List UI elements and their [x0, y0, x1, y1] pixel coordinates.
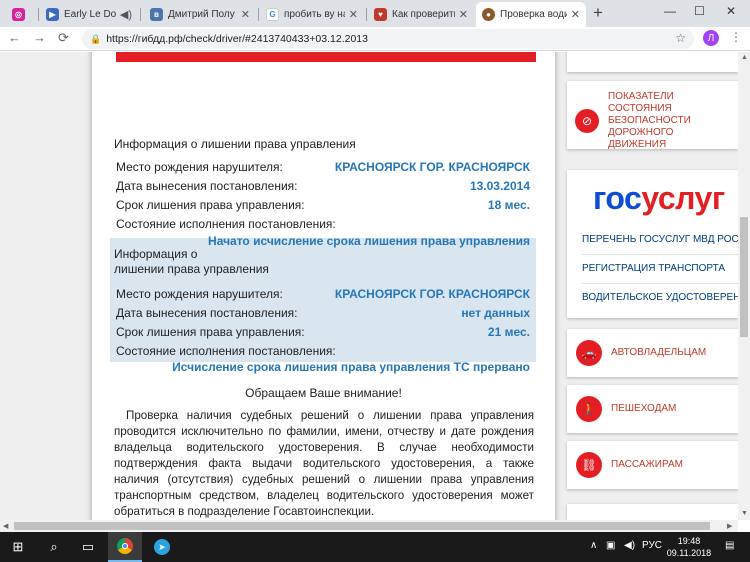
horizontal-scroll-thumb[interactable] [14, 522, 710, 530]
status-interrupted: Исчисление срока лишения права управлени… [172, 360, 530, 374]
gosuslugi-box: госуслуг ПЕРЕЧЕНЬ ГОСУСЛУГ МВД РОССИИ РЕ… [567, 170, 738, 318]
scroll-up-icon[interactable]: ▲ [741, 54, 748, 61]
gibdd-icon: ● [482, 8, 495, 21]
site-icon: ♥ [374, 8, 387, 21]
profile-avatar[interactable]: Л [703, 30, 719, 46]
volume-icon[interactable]: ◀) [624, 540, 635, 551]
tab-title: пробить ву на [284, 9, 345, 20]
chrome-taskbar-icon[interactable] [108, 532, 142, 562]
sidebar-box-top [567, 52, 738, 72]
tab-vk[interactable]: в Дмитрий Полу ✕ [144, 2, 256, 27]
scroll-down-icon[interactable]: ▼ [741, 510, 748, 517]
network-icon[interactable]: ▣ [606, 540, 615, 551]
audio-icon[interactable]: ◀) [120, 8, 132, 21]
task-view-icon[interactable]: ▭ [72, 532, 104, 562]
gosuslugi-link-registration[interactable]: РЕГИСТРАЦИЯ ТРАНСПОРТА [582, 263, 725, 274]
pedestrian-icon: 🚶 [576, 396, 602, 422]
sidebar-box-bottom [567, 504, 738, 520]
browser-toolbar: ← → ⟳ 🔒 https://гибдд.рф/check/driver/#2… [0, 27, 750, 51]
telegram-taskbar-icon[interactable]: ➤ [146, 532, 178, 562]
sidebar-passengers[interactable]: ⛓ ПАССАЖИРАМ [567, 441, 738, 489]
url-text: https://гибдд.рф/check/driver/#241374043… [106, 33, 368, 45]
status-started: Начато исчисление срока лишения права уп… [208, 234, 530, 248]
back-icon[interactable]: ← [8, 30, 21, 45]
close-icon[interactable]: ✕ [349, 8, 358, 21]
gosuslugi-link-services[interactable]: ПЕРЕЧЕНЬ ГОСУСЛУГ МВД РОССИИ [582, 234, 738, 245]
tab-strip: ◎ ▶ Early Le Do ◀) в Дмитрий Полу ✕ G пр… [0, 0, 750, 27]
tab-instagram[interactable]: ◎ [6, 2, 36, 27]
youtube-icon: ▶ [46, 8, 59, 21]
seatbelt-icon: ⛓ [576, 452, 602, 478]
tab-article[interactable]: ♥ Как проверить ✕ [368, 2, 474, 27]
tab-title: Дмитрий Полу [168, 9, 235, 20]
windows-start-icon[interactable]: ⊞ [0, 532, 36, 562]
close-icon[interactable]: ✕ [459, 8, 468, 21]
deprivation-heading-1: Информация о лишении права управления [114, 137, 356, 151]
car-icon: 🚗 [576, 340, 602, 366]
google-icon: G [266, 8, 279, 21]
sidebar-pedestrians[interactable]: 🚶 ПЕШЕХОДАМ [567, 385, 738, 433]
forward-icon[interactable]: → [33, 30, 46, 45]
instagram-icon: ◎ [12, 8, 25, 21]
new-tab-button[interactable]: + [593, 3, 603, 23]
horizontal-scrollbar[interactable]: ◀ ▶ [0, 520, 738, 532]
red-banner [116, 52, 536, 62]
safety-indicators-link[interactable]: ⊘ ПОКАЗАТЕЛИ СОСТОЯНИЯ БЕЗОПАСНОСТИ ДОРО… [575, 91, 730, 151]
close-window-icon[interactable]: ✕ [726, 4, 736, 18]
tray-chevron-icon[interactable]: ∧ [590, 540, 597, 551]
bookmark-star-icon[interactable]: ☆ [675, 31, 686, 45]
reload-icon[interactable]: ⟳ [58, 30, 69, 46]
address-bar[interactable]: 🔒 https://гибдд.рф/check/driver/#2413740… [82, 29, 694, 49]
sidebar-safety-box: ⊘ ПОКАЗАТЕЛИ СОСТОЯНИЯ БЕЗОПАСНОСТИ ДОРО… [567, 81, 738, 151]
tab-gibdd-active[interactable]: ● Проверка води ✕ [476, 2, 586, 27]
scroll-right-icon[interactable]: ▶ [727, 522, 732, 530]
gosuslugi-logo[interactable]: госуслуг [593, 180, 725, 217]
driver-check-result-card: Информация о лишении права управления Ме… [92, 52, 555, 520]
vertical-scroll-thumb[interactable] [740, 217, 748, 337]
scroll-left-icon[interactable]: ◀ [3, 522, 8, 530]
tab-title: Early Le Do [64, 9, 116, 20]
traffic-safety-icon: ⊘ [575, 109, 599, 133]
close-icon[interactable]: ✕ [571, 8, 580, 21]
telegram-icon: ➤ [154, 539, 170, 555]
tab-youtube[interactable]: ▶ Early Le Do ◀) [40, 2, 138, 27]
deprivation-heading-2-line2: лишении права управления [114, 262, 269, 276]
deprivation-heading-2-line1: Информация о [114, 247, 198, 261]
search-icon[interactable]: ⌕ [38, 532, 70, 562]
menu-icon[interactable]: ⋮ [730, 30, 742, 44]
vk-icon: в [150, 8, 163, 21]
minimize-icon[interactable]: — [664, 4, 676, 18]
sidebar-car-owners[interactable]: 🚗 АВТОВЛАДЕЛЬЦАМ [567, 329, 738, 377]
notice-paragraph: Проверка наличия судебных решений о лише… [114, 409, 534, 518]
tab-title: Как проверить [392, 9, 455, 20]
clock[interactable]: 19:48 09.11.2018 [660, 535, 718, 559]
gosuslugi-link-license[interactable]: ВОДИТЕЛЬСКОЕ УДОСТОВЕРЕНИЕ [582, 292, 738, 303]
vertical-scrollbar[interactable]: ▲ ▼ [738, 52, 750, 520]
maximize-icon[interactable]: ☐ [694, 4, 705, 18]
lock-icon: 🔒 [90, 33, 102, 44]
tab-google[interactable]: G пробить ву на ✕ [260, 2, 364, 27]
tab-title: Проверка води [500, 9, 567, 20]
notice-title: Обращаем Ваше внимание! [245, 386, 402, 400]
chrome-icon [117, 538, 133, 554]
close-icon[interactable]: ✕ [241, 8, 250, 21]
windows-taskbar: ⊞ ⌕ ▭ ➤ ∧ ▣ ◀) РУС 19:48 09.11.2018 ▤ [0, 532, 750, 562]
notifications-icon[interactable]: ▤ [725, 540, 734, 551]
page-viewport: Информация о лишении права управления Ме… [0, 52, 738, 520]
